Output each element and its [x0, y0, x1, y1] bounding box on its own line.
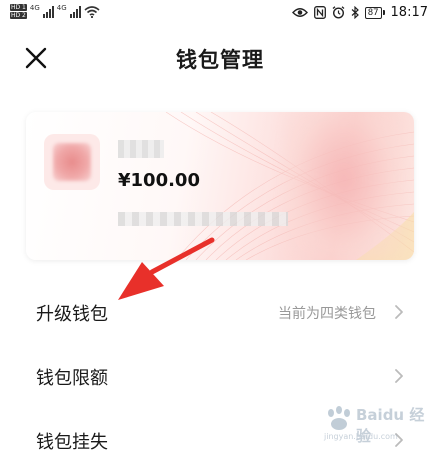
- hd-badge-1: HD 1: [10, 4, 27, 11]
- card-blurred-art: [284, 112, 404, 260]
- nav-header: 钱包管理: [0, 30, 440, 86]
- wallet-name-redacted: [118, 140, 164, 158]
- battery-level: 87: [364, 6, 382, 19]
- menu-item-wallet-limit[interactable]: 钱包限额: [0, 346, 440, 406]
- menu-item-value: 当前为四类钱包: [278, 306, 376, 322]
- bluetooth-icon: [351, 6, 359, 19]
- clock-time: 18:17: [390, 5, 428, 20]
- battery-icon: 87: [364, 6, 385, 19]
- chevron-right-icon: [395, 369, 403, 383]
- eye-icon: [291, 8, 308, 17]
- paw-logo-icon: [328, 406, 350, 430]
- page-title: 钱包管理: [176, 48, 264, 72]
- hd-badge-2: HD 2: [10, 12, 27, 19]
- menu-item-label: 钱包限额: [36, 368, 108, 389]
- wallet-logo: [44, 134, 100, 190]
- wallet-card[interactable]: ¥100.00: [26, 112, 414, 260]
- network-type-1: 4G: [29, 3, 40, 12]
- alarm-icon: [332, 6, 345, 19]
- hd-badges: HD 1 HD 2: [10, 4, 27, 19]
- signal-icon-2: [69, 5, 81, 18]
- menu-item-label: 升级钱包: [36, 304, 108, 325]
- wallet-id-redacted: [118, 212, 288, 226]
- signal-icon: [42, 5, 54, 18]
- status-left: HD 1 HD 2 4G 4G: [10, 4, 100, 19]
- baidu-jingyan-watermark: Baidu 经验 jingyan.baidu.com: [322, 402, 432, 450]
- menu-item-label: 钱包挂失: [36, 432, 108, 453]
- wifi-icon: [84, 5, 100, 18]
- status-right: 87 18:17: [291, 5, 428, 20]
- wallet-balance: ¥100.00: [118, 170, 200, 191]
- watermark-url: jingyan.baidu.com: [324, 432, 398, 441]
- wallet-logo-image: [53, 143, 91, 181]
- menu-item-upgrade-wallet[interactable]: 升级钱包 当前为四类钱包: [0, 282, 440, 342]
- network-type-2: 4G: [56, 3, 67, 12]
- chevron-right-icon: [395, 305, 403, 319]
- status-bar: HD 1 HD 2 4G 4G 87 18:17: [0, 0, 440, 28]
- nfc-icon: [313, 6, 326, 19]
